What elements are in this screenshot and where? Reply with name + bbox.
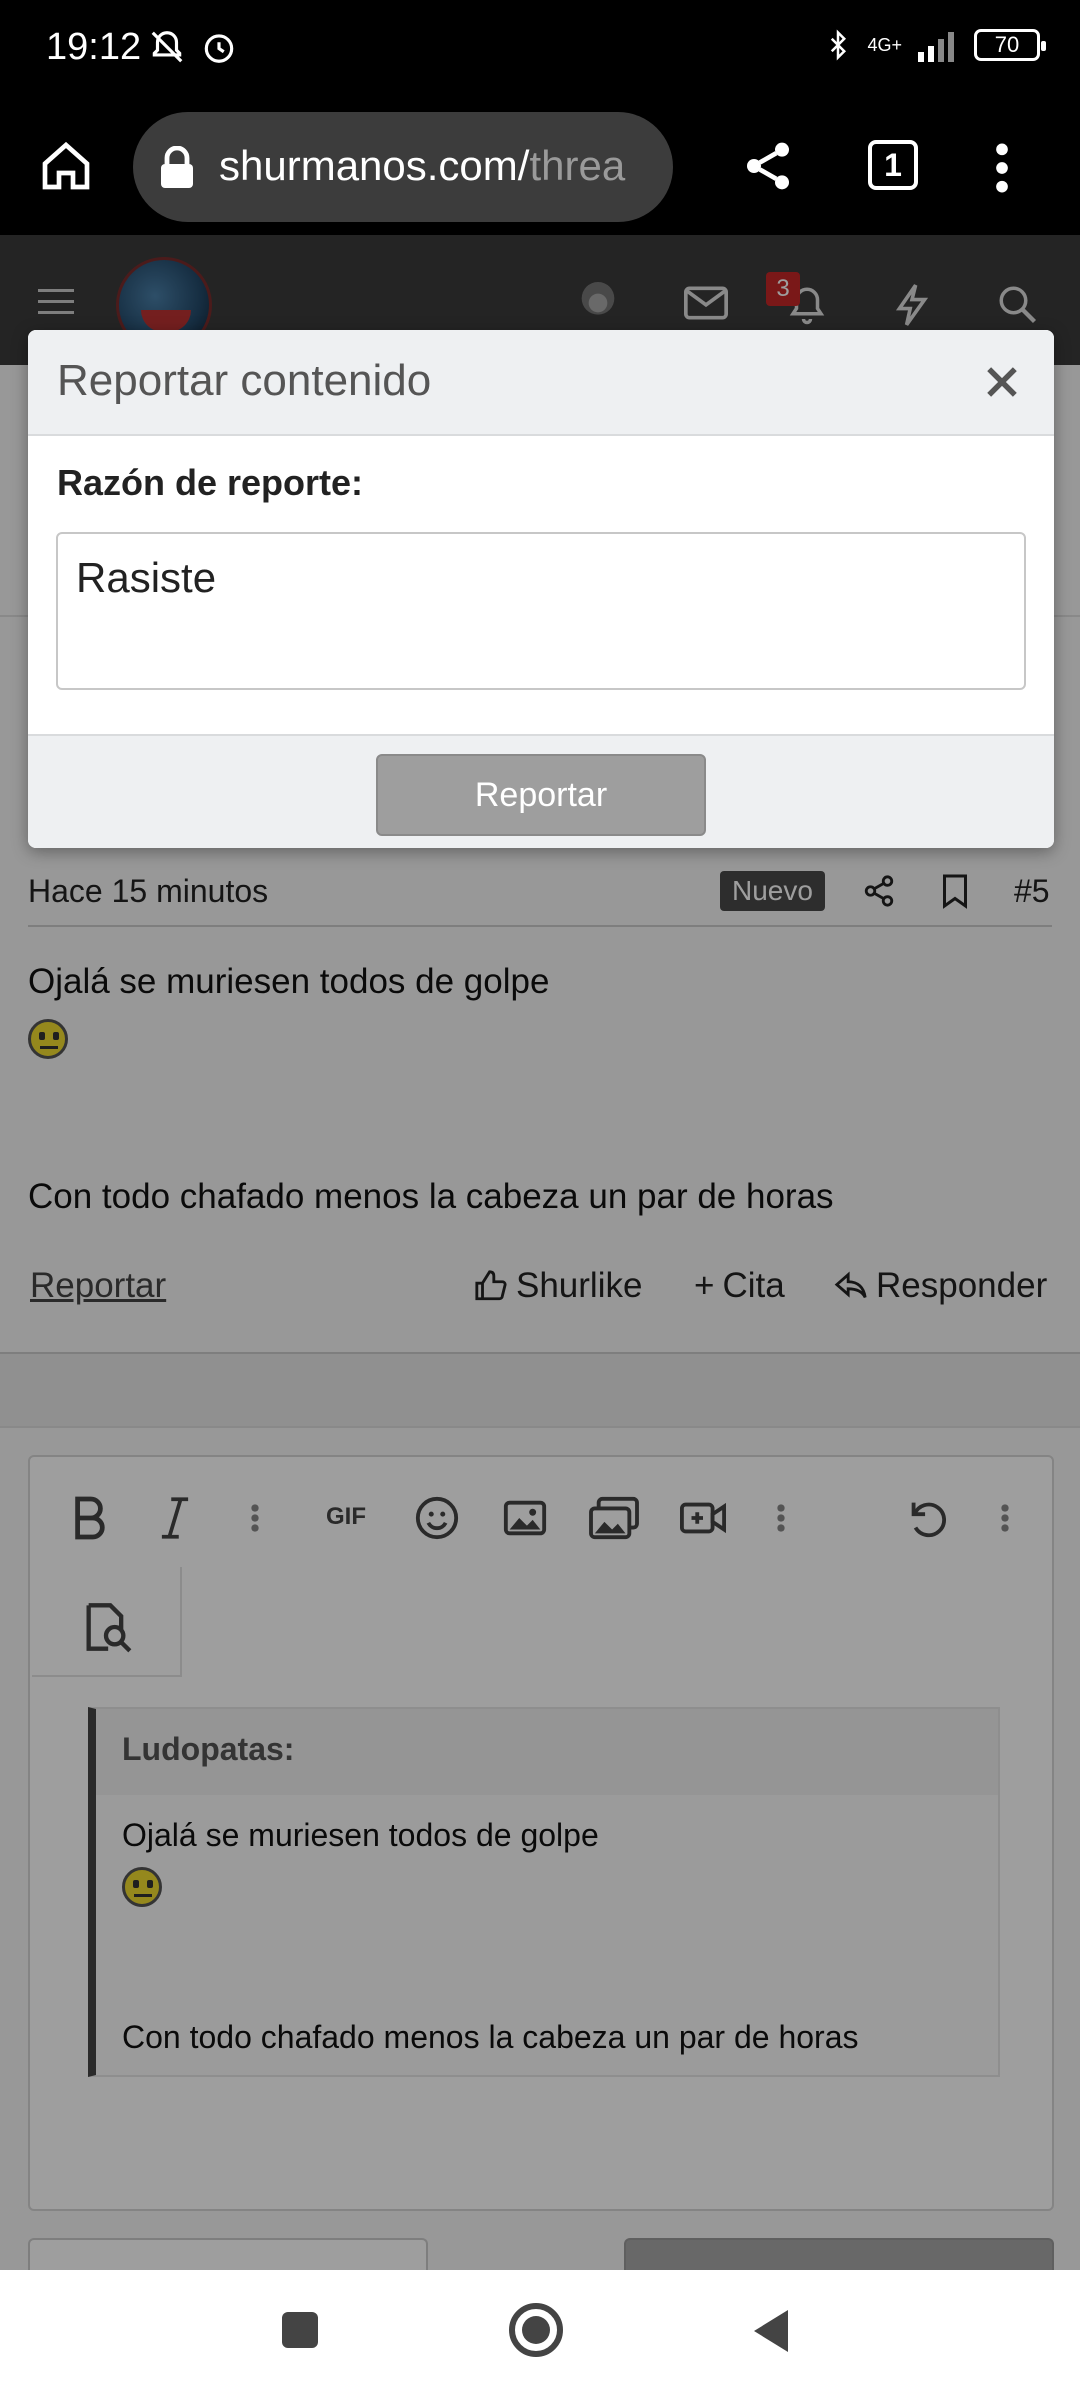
lock-icon: [161, 146, 193, 188]
close-icon[interactable]: [980, 360, 1024, 404]
dialog-header: Reportar contenido: [28, 330, 1054, 436]
recents-icon[interactable]: [280, 2310, 320, 2350]
browser-toolbar: shurmanos.com/threa 1: [0, 100, 1080, 235]
back-icon[interactable]: [752, 2308, 790, 2354]
network-type: 4G+: [867, 34, 902, 55]
battery-icon: 70: [974, 29, 1046, 61]
bluetooth-icon: [831, 29, 847, 61]
dialog-footer: Reportar: [28, 734, 1054, 848]
address-bar[interactable]: shurmanos.com/threa: [133, 112, 673, 222]
reason-label: Razón de reporte:: [57, 462, 364, 503]
dialog-title: Reportar contenido: [57, 356, 432, 405]
home-nav-icon[interactable]: [508, 2302, 564, 2358]
report-dialog: Reportar contenido Razón de reporte: Ras…: [28, 330, 1054, 848]
more-options-icon[interactable]: [990, 140, 1014, 196]
report-submit-button[interactable]: Reportar: [376, 754, 706, 836]
share-icon[interactable]: [740, 138, 796, 194]
alarm-icon: [204, 34, 234, 63]
system-nav-bar: [0, 2270, 1080, 2400]
home-icon[interactable]: [38, 138, 94, 194]
tab-switcher-button[interactable]: 1: [868, 140, 918, 190]
url-text: shurmanos.com/threa: [219, 142, 626, 189]
signal-icon: [918, 32, 954, 62]
reason-input[interactable]: Rasiste: [56, 532, 1026, 690]
bell-muted-icon: [151, 31, 183, 63]
clock: 19:12: [46, 26, 142, 68]
status-bar: 19:12 4G+ 70: [0, 0, 1080, 100]
